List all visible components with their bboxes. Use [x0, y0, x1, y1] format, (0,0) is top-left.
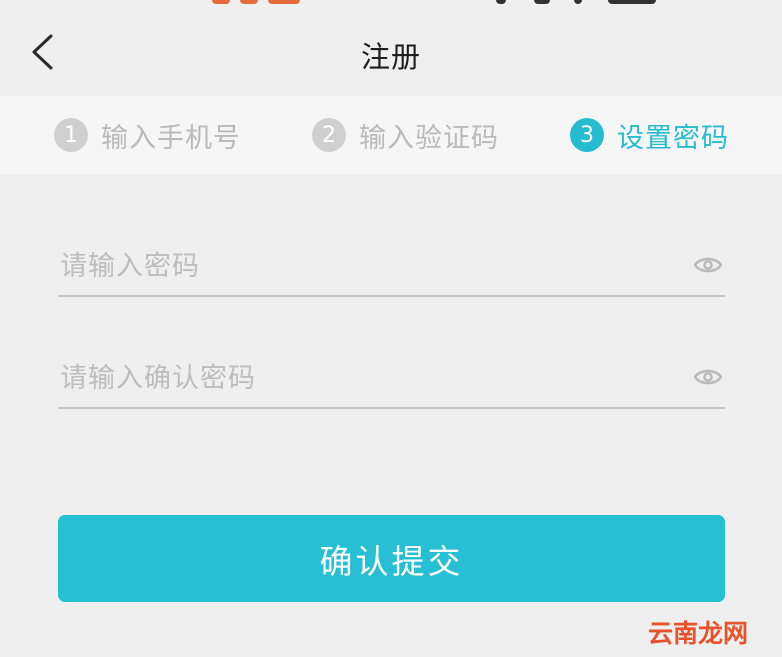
step-label: 输入验证码 — [359, 122, 499, 154]
step-1: 1 输入手机号 — [54, 96, 241, 174]
password-field — [58, 237, 725, 297]
submit-button[interactable]: 确认提交 — [58, 515, 725, 602]
page-title: 注册 — [360, 40, 421, 74]
status-bar-icon — [496, 0, 506, 4]
step-label: 设置密码 — [617, 122, 729, 154]
password-input[interactable] — [60, 237, 660, 295]
status-bar-icon — [212, 0, 230, 4]
status-bar-icon — [574, 0, 582, 4]
status-bar-icon — [268, 0, 300, 4]
status-bar-icon — [240, 0, 258, 4]
toggle-confirm-password-visibility-button[interactable] — [691, 362, 725, 392]
step-3: 3 设置密码 — [570, 96, 729, 174]
status-bar-icon — [534, 0, 550, 4]
confirm-password-input[interactable] — [60, 349, 660, 407]
step-number: 3 — [570, 118, 604, 152]
eye-icon — [693, 257, 723, 273]
header: 注册 — [0, 8, 782, 96]
step-label: 输入手机号 — [101, 122, 241, 154]
step-indicator: 1 输入手机号 2 输入验证码 3 设置密码 — [0, 96, 782, 174]
step-number: 1 — [54, 118, 88, 152]
status-bar — [0, 0, 782, 8]
watermark: 云南龙网 — [647, 619, 748, 648]
status-bar-icon — [608, 0, 656, 4]
step-number: 2 — [312, 118, 346, 152]
eye-icon — [693, 369, 723, 385]
register-page: 注册 1 输入手机号 2 输入验证码 3 设置密码 确认提交 云南龙网 — [0, 0, 782, 657]
toggle-password-visibility-button[interactable] — [691, 250, 725, 280]
step-2: 2 输入验证码 — [312, 96, 499, 174]
confirm-password-field — [58, 349, 725, 409]
